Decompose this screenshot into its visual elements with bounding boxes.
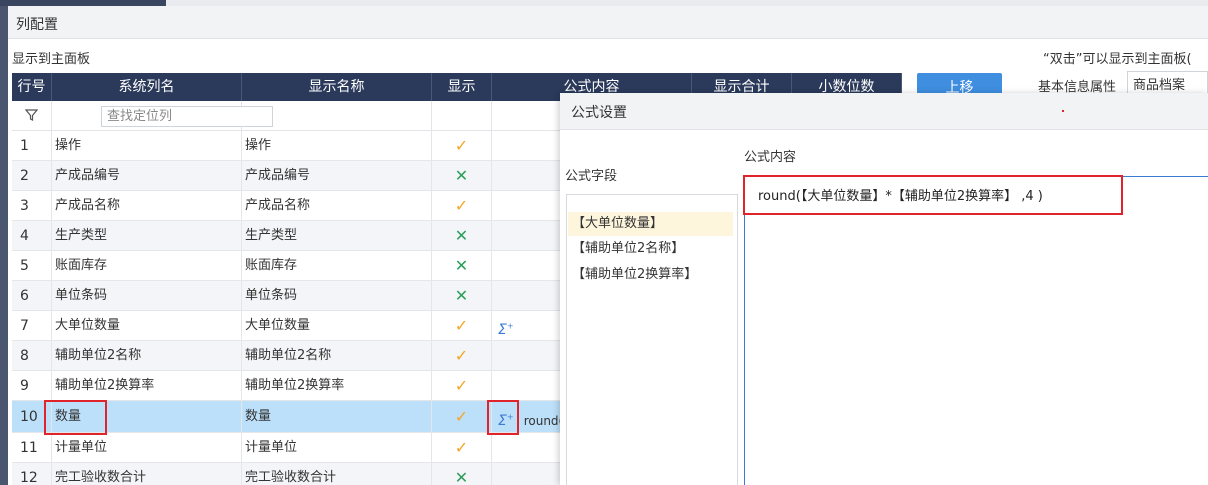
row-sys-name: 辅助单位2名称 [52, 341, 242, 371]
check-icon[interactable]: ✓ [432, 311, 492, 341]
formula-preview: round( [523, 413, 564, 428]
check-icon[interactable]: ✓ [432, 433, 492, 463]
row-idx: 4 [12, 221, 52, 251]
header-idx: 行号 [12, 73, 52, 101]
cross-icon[interactable]: ✕ [432, 221, 492, 251]
header-disp: 显示名称 [242, 73, 432, 101]
check-icon[interactable]: ✓ [432, 371, 492, 401]
row-idx: 3 [12, 191, 52, 221]
row-idx: 2 [12, 161, 52, 191]
filter-icon[interactable] [25, 109, 38, 121]
header-sys: 系统列名 [52, 73, 242, 101]
highlight-box-formula-icon [487, 400, 519, 435]
row-display-name[interactable]: 账面库存 [242, 251, 432, 281]
highlight-box-quantity [44, 400, 107, 435]
cross-icon[interactable]: ✕ [432, 251, 492, 281]
row-sys-name: 生产类型 [52, 221, 242, 251]
highlight-box-formula [743, 175, 1123, 215]
row-display-name[interactable]: 产成品编号 [242, 161, 432, 191]
field-item[interactable]: 【大单位数量】 [568, 212, 733, 236]
row-sys-name: 计量单位 [52, 433, 242, 463]
row-display-name[interactable]: 操作 [242, 131, 432, 161]
check-icon[interactable]: ✓ [432, 191, 492, 221]
row-display-name[interactable]: 辅助单位2名称 [242, 341, 432, 371]
row-sys-name: 产成品编号 [52, 161, 242, 191]
check-icon[interactable]: ✓ [432, 131, 492, 161]
formula-content-label: 公式内容 [744, 150, 797, 165]
panel-header: 列配置 [8, 6, 1208, 39]
row-sys-name: 产成品名称 [52, 191, 242, 221]
dialog-title: 公式设置 [571, 105, 627, 121]
row-sys-name: 大单位数量 [52, 311, 242, 341]
row-sys-name: 账面库存 [52, 251, 242, 281]
header-show: 显示 [432, 73, 492, 101]
cross-icon[interactable]: ✕ [432, 281, 492, 311]
row-sys-name: 完工验收数合计 [52, 463, 242, 485]
row-display-name[interactable]: 完工验收数合计 [242, 463, 432, 485]
show-to-main-label: 显示到主面板 [12, 52, 91, 67]
formula-fields-list: 【大单位数量】 【辅助单位2名称】 【辅助单位2换算率】 [566, 194, 738, 485]
row-sys-name: 单位条码 [52, 281, 242, 311]
left-strip [0, 6, 8, 485]
search-cell [52, 101, 273, 131]
row-idx: 6 [12, 281, 52, 311]
row-idx: 1 [12, 131, 52, 161]
row-display-name[interactable]: 数量 [242, 401, 432, 433]
double-click-hint: “双击”可以显示到主面板( [1043, 52, 1192, 67]
cross-icon[interactable]: ✕ [432, 463, 492, 485]
row-display-name[interactable]: 辅助单位2换算率 [242, 371, 432, 401]
row-display-name[interactable]: 计量单位 [242, 433, 432, 463]
formula-editor[interactable] [744, 176, 1208, 485]
check-icon[interactable]: ✓ [432, 401, 492, 433]
row-display-name[interactable]: 生产类型 [242, 221, 432, 251]
sigma-formula-icon[interactable]: Σ+ [498, 321, 514, 338]
red-dot [1062, 110, 1064, 112]
row-idx: 5 [12, 251, 52, 281]
row-sys-name: 操作 [52, 131, 242, 161]
row-idx: 7 [12, 311, 52, 341]
filter-empty [242, 101, 432, 131]
panel-title: 列配置 [16, 17, 58, 33]
field-item[interactable]: 【辅助单位2换算率】 [572, 263, 697, 287]
dialog-header: 公式设置 [560, 93, 1208, 130]
row-idx: 8 [12, 341, 52, 371]
field-item[interactable]: 【辅助单位2名称】 [572, 237, 684, 261]
row-sys-name: 辅助单位2换算率 [52, 371, 242, 401]
filter-cell [12, 101, 52, 131]
filter-empty [432, 101, 492, 131]
formula-settings-dialog: 公式设置 公式字段 【大单位数量】 【辅助单位2名称】 【辅助单位2换算率】 公… [560, 93, 1208, 485]
cross-icon[interactable]: ✕ [432, 161, 492, 191]
check-icon[interactable]: ✓ [432, 341, 492, 371]
row-idx: 11 [12, 433, 52, 463]
row-idx: 9 [12, 371, 52, 401]
row-display-name[interactable]: 大单位数量 [242, 311, 432, 341]
row-display-name[interactable]: 单位条码 [242, 281, 432, 311]
row-idx: 12 [12, 463, 52, 485]
row-display-name[interactable]: 产成品名称 [242, 191, 432, 221]
formula-fields-label: 公式字段 [565, 169, 618, 184]
